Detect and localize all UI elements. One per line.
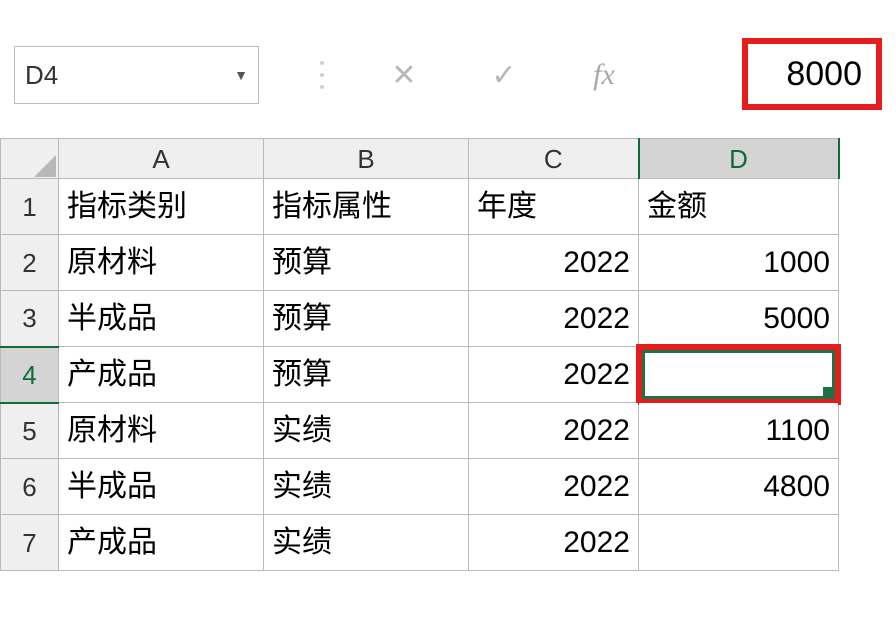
col-header-D[interactable]: D [639,139,839,179]
cell-D1[interactable]: 金额 [639,179,839,235]
column-header-row: A B C D [1,139,839,179]
cell-D7[interactable] [639,515,839,571]
formula-bar-text: 8000 [786,55,862,94]
cell-D6[interactable]: 4800 [639,459,839,515]
cell-C2[interactable]: 2022 [469,235,639,291]
table-row: 4 产成品 预算 2022 [1,347,839,403]
table-row: 5 原材料 实绩 2022 1100 [1,403,839,459]
cell-B4[interactable]: 预算 [264,347,469,403]
cell-B2[interactable]: 预算 [264,235,469,291]
select-all-corner[interactable] [1,139,59,179]
cell-A2[interactable]: 原材料 [59,235,264,291]
cell-C4[interactable]: 2022 [469,347,639,403]
cell-B6[interactable]: 实绩 [264,459,469,515]
row-header-2[interactable]: 2 [1,235,59,291]
cell-B5[interactable]: 实绩 [264,403,469,459]
drag-handle-icon[interactable] [320,61,324,89]
row-header-7[interactable]: 7 [1,515,59,571]
cancel-icon[interactable]: ✕ [384,58,424,93]
fx-icon[interactable]: fx [584,58,624,92]
cell-A1[interactable]: 指标类别 [59,179,264,235]
table-row: 2 原材料 预算 2022 1000 [1,235,839,291]
row-header-4[interactable]: 4 [1,347,59,403]
table-row: 3 半成品 预算 2022 5000 [1,291,839,347]
name-box-value: D4 [25,60,58,91]
name-box-dropdown-icon[interactable]: ▼ [234,67,248,83]
cell-C5[interactable]: 2022 [469,403,639,459]
col-header-C[interactable]: C [469,139,639,179]
cell-B3[interactable]: 预算 [264,291,469,347]
cell-C7[interactable]: 2022 [469,515,639,571]
cell-C6[interactable]: 2022 [469,459,639,515]
row-header-1[interactable]: 1 [1,179,59,235]
name-box[interactable]: D4 ▼ [14,46,259,104]
enter-icon[interactable]: ✓ [484,58,524,93]
cell-D5[interactable]: 1100 [639,403,839,459]
spreadsheet-grid[interactable]: A B C D 1 指标类别 指标属性 年度 金额 2 原材料 预算 2022 … [0,138,896,627]
col-header-B[interactable]: B [264,139,469,179]
formula-bar-input[interactable]: 8000 [742,38,882,110]
cell-A4[interactable]: 产成品 [59,347,264,403]
cell-A3[interactable]: 半成品 [59,291,264,347]
table-row: 7 产成品 实绩 2022 [1,515,839,571]
cell-B7[interactable]: 实绩 [264,515,469,571]
app-window: D4 ▼ ✕ ✓ fx 8000 A B C D [0,0,896,627]
cell-B1[interactable]: 指标属性 [264,179,469,235]
row-header-6[interactable]: 6 [1,459,59,515]
fill-handle[interactable] [823,387,833,397]
col-header-A[interactable]: A [59,139,264,179]
cell-A5[interactable]: 原材料 [59,403,264,459]
formula-bar: D4 ▼ ✕ ✓ fx 8000 [0,20,896,120]
row-header-5[interactable]: 5 [1,403,59,459]
cell-C1[interactable]: 年度 [469,179,639,235]
row-header-3[interactable]: 3 [1,291,59,347]
formula-bar-buttons: ✕ ✓ fx [320,46,624,104]
table-row: 1 指标类别 指标属性 年度 金额 [1,179,839,235]
cell-D4[interactable] [639,347,839,403]
selection-border [642,350,835,399]
sheet-table: A B C D 1 指标类别 指标属性 年度 金额 2 原材料 预算 2022 … [0,138,840,571]
cell-A7[interactable]: 产成品 [59,515,264,571]
cell-D3[interactable]: 5000 [639,291,839,347]
cell-A6[interactable]: 半成品 [59,459,264,515]
cell-C3[interactable]: 2022 [469,291,639,347]
cell-D2[interactable]: 1000 [639,235,839,291]
table-row: 6 半成品 实绩 2022 4800 [1,459,839,515]
